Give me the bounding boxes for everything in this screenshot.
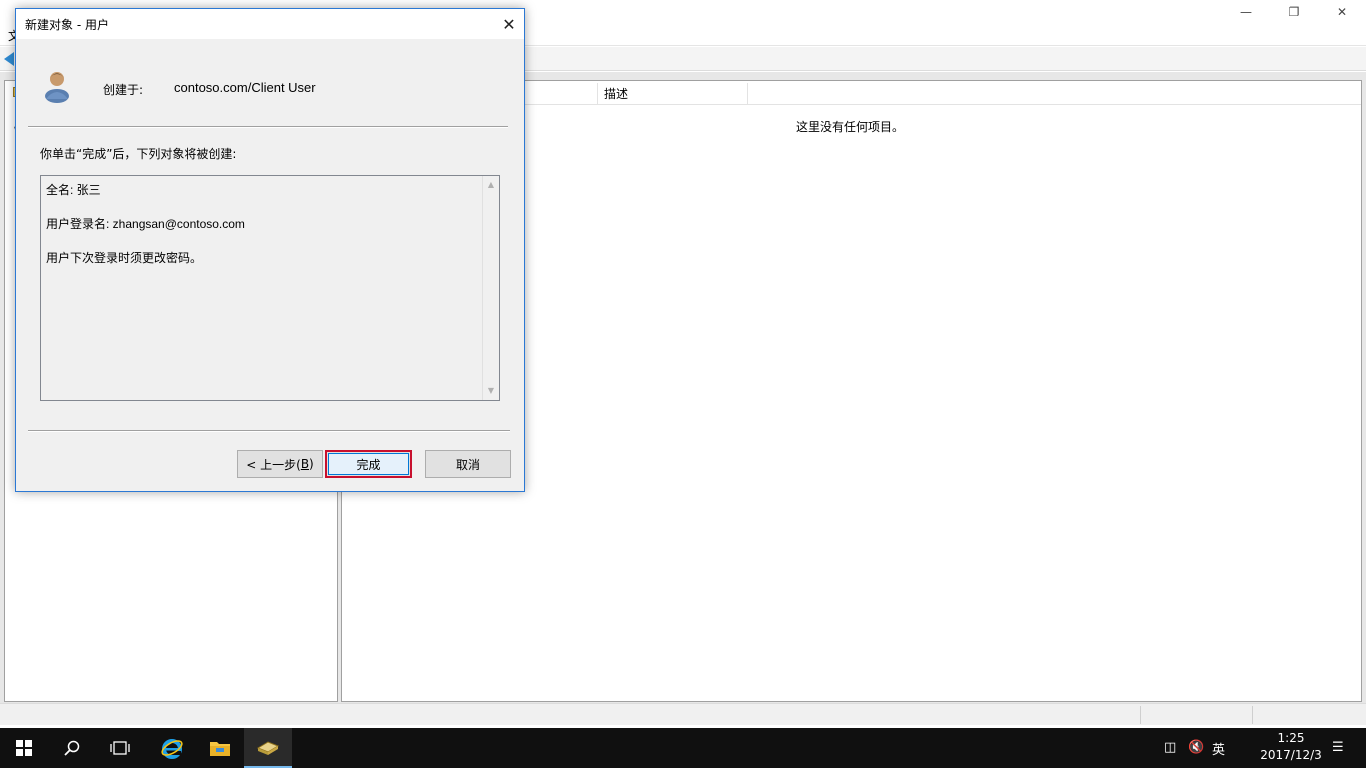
aduc-taskbar-button[interactable] (244, 728, 292, 768)
input-language[interactable]: 英 (1212, 739, 1225, 758)
internet-explorer-icon (161, 739, 183, 759)
status-divider (1252, 706, 1253, 724)
file-explorer-button[interactable] (196, 728, 244, 768)
back-button-label-end: ) (309, 457, 314, 471)
create-in-path: contoso.com/Client User (174, 80, 316, 95)
status-bar (0, 703, 1366, 725)
back-arrow-icon[interactable] (4, 52, 14, 66)
new-user-dialog: 新建对象 - 用户 ✕ 创建于: contoso.com/Client User… (15, 8, 525, 492)
active-directory-icon (256, 741, 280, 755)
internet-explorer-button[interactable] (148, 728, 196, 768)
finish-button-face[interactable]: 完成 (328, 453, 409, 475)
notification-icon[interactable]: ☰ (1332, 740, 1344, 755)
chevron-up-icon[interactable]: ▲ (486, 180, 496, 190)
clock-time: 1:25 (1277, 731, 1305, 745)
cancel-button[interactable]: 取消 (425, 450, 511, 478)
back-button[interactable]: < 上一步(B) (237, 450, 323, 478)
back-button-accelerator: B (300, 457, 310, 471)
finish-button[interactable]: 完成 (325, 450, 412, 478)
start-button[interactable] (0, 728, 48, 768)
column-header-description[interactable]: 描述 (598, 83, 748, 105)
window-controls: — ❐ ✕ (1222, 0, 1366, 24)
volume-muted-icon[interactable]: 🔇 (1188, 740, 1204, 755)
search-icon (64, 740, 80, 756)
dialog-close-button[interactable]: ✕ (494, 9, 524, 39)
search-button[interactable] (48, 728, 96, 768)
empty-list-message: 这里没有任何项目。 (796, 120, 905, 134)
user-icon (45, 72, 69, 103)
separator (28, 126, 508, 128)
status-divider (1140, 706, 1141, 724)
clock[interactable]: 1:25 2017/12/3 (1258, 730, 1324, 764)
close-button[interactable]: ✕ (1318, 0, 1366, 24)
task-view-icon (110, 741, 130, 755)
separator (28, 430, 510, 432)
back-button-label: < 上一步( (246, 457, 301, 472)
dialog-titlebar[interactable]: 新建对象 - 用户 ✕ (16, 9, 524, 39)
minimize-button[interactable]: — (1222, 0, 1270, 24)
chevron-down-icon[interactable]: ▼ (486, 386, 496, 396)
dialog-title: 新建对象 - 用户 (25, 18, 109, 32)
info-text: 你单击“完成”后，下列对象将被创建: (40, 147, 237, 161)
summary-textbox[interactable]: 全名: 张三 用户登录名: zhangsan@contoso.com 用户下次登… (40, 175, 500, 401)
summary-scrollbar[interactable]: ▲ ▼ (482, 176, 499, 400)
windows-logo-icon (16, 740, 32, 756)
summary-password-note: 用户下次登录时须更改密码。 (46, 251, 203, 265)
summary-logon-name: 用户登录名: zhangsan@contoso.com (46, 217, 245, 231)
folder-icon (210, 742, 230, 756)
task-view-button[interactable] (96, 728, 144, 768)
clock-date: 2017/12/3 (1260, 748, 1322, 762)
summary-full-name: 全名: 张三 (46, 183, 101, 197)
restore-button[interactable]: ❐ (1270, 0, 1318, 24)
finish-button-label: 完成 (356, 457, 381, 472)
cancel-button-label: 取消 (455, 457, 480, 472)
network-icon[interactable]: ◫ (1164, 740, 1176, 755)
create-in-label: 创建于: (103, 83, 144, 97)
taskbar: ◫ 🔇 英 1:25 2017/12/3 ☰ (0, 728, 1366, 768)
